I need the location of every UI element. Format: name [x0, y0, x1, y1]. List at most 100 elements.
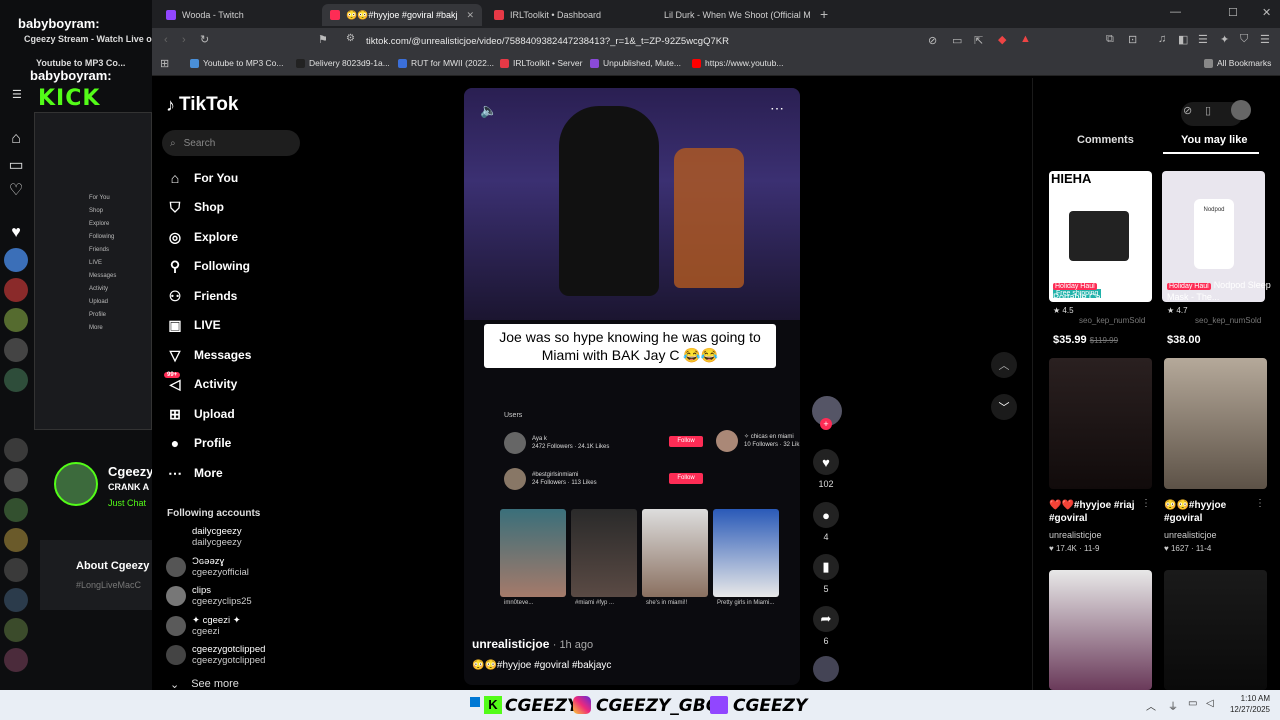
following-account[interactable]: dailycgeezy dailycgeezy	[166, 526, 242, 548]
video-hashtags[interactable]: 😳😳#hyyjoe #goviral #bakjayc	[472, 660, 611, 671]
more-options-icon[interactable]: ⋮	[1255, 498, 1265, 509]
channel-avatar[interactable]	[4, 588, 28, 612]
channel-avatar[interactable]	[4, 368, 28, 392]
streamer-avatar[interactable]	[54, 462, 98, 506]
tray-chevron-icon[interactable]: ︿	[1146, 698, 1156, 713]
tab-tiktok[interactable]: 😳😳#hyyjoe #goviral #bakj ✕	[322, 4, 482, 26]
video-player[interactable]: 🔈 ⋯ Joe was so hype knowing he was going…	[464, 88, 800, 685]
coin-icon[interactable]: ⊘	[1183, 104, 1192, 117]
video-thumbnail[interactable]	[1164, 358, 1267, 489]
search-input[interactable]: ⌕ Search	[162, 130, 300, 156]
channel-avatar[interactable]	[4, 498, 28, 522]
nav-explore[interactable]: ◎ Explore	[166, 226, 238, 248]
bookmark-item[interactable]: https://www.youtub...	[692, 58, 783, 68]
channel-avatar[interactable]	[4, 528, 28, 552]
extension-icon[interactable]: ⊘	[928, 34, 937, 47]
cast-icon[interactable]: ▭	[952, 34, 962, 47]
bookmark-item[interactable]: RUT for MWII (2022...	[398, 58, 494, 68]
following-account[interactable]: clips cgeezyclips25	[166, 585, 252, 607]
tiktok-logo[interactable]: ♪ TikTok	[166, 94, 238, 116]
product-title[interactable]: Holiday Haul 【Hieha】Portable Car Jump...	[1053, 280, 1157, 303]
network-icon[interactable]: ▭	[1188, 698, 1197, 709]
bookmark-icon[interactable]: ⚑	[318, 33, 328, 46]
shield-icon[interactable]: ⛉	[1240, 33, 1248, 46]
video-title[interactable]: ❤️❤️#hyyjoe #riaj #goviral	[1049, 499, 1144, 525]
forward-icon[interactable]: ›	[182, 34, 186, 46]
channel-avatar[interactable]	[4, 468, 28, 492]
tv-icon[interactable]: ▭	[4, 155, 28, 179]
minimize-icon[interactable]: —	[1170, 6, 1181, 18]
comment-button[interactable]: ● 4	[812, 502, 840, 542]
apps-icon[interactable]: ⊞	[160, 57, 169, 70]
tab-twitch[interactable]: Wooda - Twitch	[158, 4, 318, 26]
nav-friends[interactable]: ⚇ Friends	[166, 285, 238, 307]
more-options-icon[interactable]: ⋮	[1141, 498, 1151, 509]
nav-activity[interactable]: ◁ 99+ Activity	[164, 371, 237, 395]
maximize-icon[interactable]: ☐	[1228, 6, 1238, 19]
ai-icon[interactable]: ✦	[1220, 33, 1229, 46]
share-icon[interactable]: ⇱	[974, 34, 983, 47]
follow-button[interactable]: Follow	[669, 473, 703, 484]
following-account[interactable]: Ɔɢəəzɣ cgeezyofficial	[166, 556, 249, 578]
video-thumbnail[interactable]	[1049, 570, 1152, 690]
device-icon[interactable]: ▯	[1205, 104, 1211, 117]
channel-avatar[interactable]	[4, 558, 28, 582]
sound-disc[interactable]	[812, 656, 840, 682]
channel-avatar[interactable]	[4, 308, 28, 332]
media-icon[interactable]: ⊡	[1128, 33, 1137, 46]
share-button[interactable]: ➦ 6	[812, 606, 840, 646]
back-icon[interactable]: ‹	[164, 34, 168, 46]
following-account[interactable]: cgeezygotclipped cgeezygotclipped	[166, 644, 265, 666]
channel-avatar[interactable]	[4, 278, 28, 302]
like-button[interactable]: ♥ 102	[812, 449, 840, 489]
home-icon[interactable]: ⌂	[4, 130, 28, 154]
bookmark-item[interactable]: Unpublished, Mute...	[590, 58, 681, 68]
new-tab-icon[interactable]: +	[820, 6, 828, 22]
follow-button[interactable]: Follow	[669, 436, 703, 447]
scroll-up-button[interactable]: ︿	[991, 352, 1017, 378]
site-info-icon[interactable]: ⚙	[346, 33, 355, 44]
close-tab-icon[interactable]: ✕	[466, 10, 474, 21]
following-account[interactable]: ✦ cgeezi ✦ cgeezi	[166, 615, 241, 637]
clock[interactable]: 1:10 AM 12/27/2025	[1226, 693, 1270, 715]
heart-icon[interactable]: ♡	[4, 180, 28, 204]
nav-following[interactable]: ⚲ Following	[166, 255, 250, 277]
extensions-icon[interactable]: ⧉	[1106, 33, 1114, 46]
channel-avatar[interactable]	[4, 438, 28, 462]
tab-irltoolkit[interactable]: IRLToolkit • Dashboard	[486, 4, 646, 26]
tab-you-may-like[interactable]: You may like	[1181, 134, 1247, 146]
more-menu-icon[interactable]: ☰	[1260, 33, 1270, 46]
follow-plus-icon[interactable]: +	[820, 418, 832, 430]
nav-profile[interactable]: ● Profile	[166, 432, 232, 454]
bookmark-item[interactable]: IRLToolkit • Server	[500, 58, 582, 68]
scroll-down-button[interactable]: ﹀	[991, 394, 1017, 420]
nav-shop[interactable]: ⛉ Shop	[166, 196, 224, 218]
volume-icon[interactable]: 🔈	[480, 102, 497, 119]
sidebar-icon[interactable]: ◧	[1178, 33, 1188, 46]
video-author[interactable]: unrealisticjoe · 1h ago	[472, 637, 593, 651]
tab-youtube[interactable]: Lil Durk - When We Shoot (Official M	[650, 4, 810, 26]
nav-messages[interactable]: ▽ Messages	[166, 344, 252, 366]
video-thumbnail[interactable]	[1049, 358, 1152, 489]
bookmark-item[interactable]: Delivery 8023d9-1a...	[296, 58, 390, 68]
rewards-icon[interactable]: ▲	[1020, 33, 1031, 45]
menu-icon[interactable]: ☰	[12, 88, 22, 101]
video-thumbnail[interactable]	[1164, 570, 1267, 690]
windows-start-icon[interactable]	[470, 697, 480, 707]
volume-icon[interactable]: ◁	[1206, 698, 1214, 709]
video-author[interactable]: unrealisticjoe	[1164, 530, 1217, 540]
all-bookmarks[interactable]: All Bookmarks	[1204, 58, 1271, 68]
reading-list-icon[interactable]: ☰	[1198, 33, 1208, 46]
profile-avatar[interactable]	[1231, 100, 1251, 120]
tab-comments[interactable]: Comments	[1077, 134, 1134, 146]
nav-more[interactable]: ⋯ More	[166, 462, 223, 484]
heart-filled-icon[interactable]: ♥	[4, 224, 28, 248]
nav-for-you[interactable]: ⌂ For You	[166, 167, 238, 189]
more-options-icon[interactable]: ⋯	[770, 100, 784, 117]
stream-category[interactable]: Just Chat	[108, 498, 146, 508]
reload-icon[interactable]: ↻	[200, 33, 209, 46]
product-title[interactable]: Holiday Haul Nodpod Sleep Mask - The...	[1167, 280, 1271, 303]
microphone-icon[interactable]: ⏚	[1168, 698, 1178, 713]
save-button[interactable]: ▮ 5	[812, 554, 840, 594]
nav-upload[interactable]: ⊞ Upload	[166, 403, 235, 425]
